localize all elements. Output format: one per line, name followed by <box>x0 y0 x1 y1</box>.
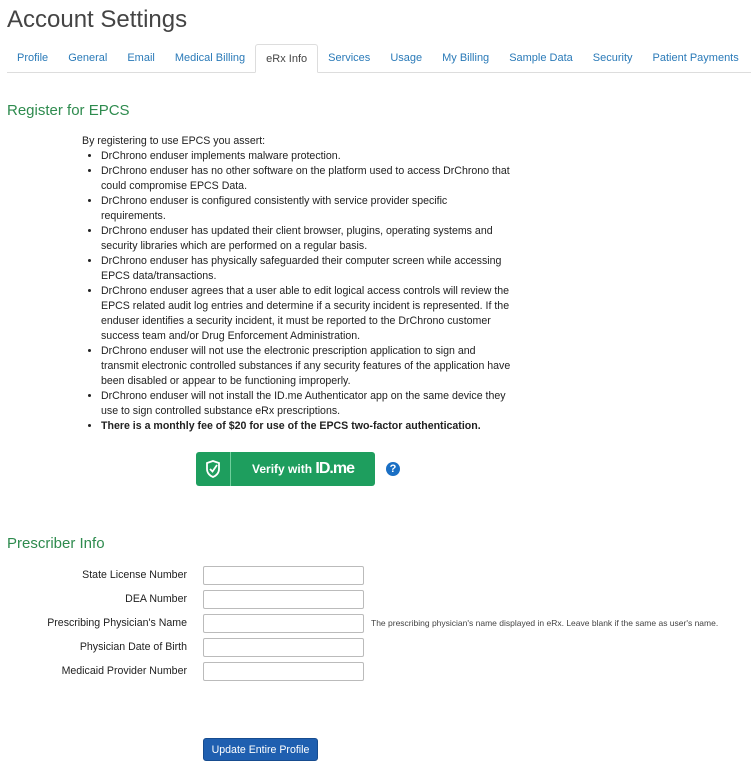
prescribing-physician-s-namelabel: Prescribing Physician's Name <box>47 617 187 629</box>
epcs-intro: By registering to use EPCS you assert: <box>82 135 266 147</box>
tab-general[interactable]: General <box>58 44 117 72</box>
list-item: DrChrono enduser implements malware prot… <box>101 149 512 164</box>
state-license-numberlabel: State License Number <box>82 569 187 581</box>
tab-erx-info[interactable]: eRx Info <box>255 44 319 73</box>
tab-sample-data[interactable]: Sample Data <box>499 44 583 72</box>
tab-profile[interactable]: Profile <box>7 44 58 72</box>
physician-date-of-birthlabel: Physician Date of Birth <box>79 641 187 653</box>
tab-my-billing[interactable]: My Billing <box>432 44 499 72</box>
epcs-heading: Register for EPCS <box>7 102 130 119</box>
list-item: DrChrono enduser has updated their clien… <box>101 224 512 254</box>
list-item: DrChrono enduser agrees that a user able… <box>101 284 512 344</box>
list-item: DrChrono enduser will not use the electr… <box>101 344 512 389</box>
verify-idme-button[interactable]: Verify with ID.me <box>196 452 375 486</box>
idme-logo: ID.me <box>315 460 355 477</box>
form-row: Medicaid Provider Number <box>0 661 364 681</box>
form-row: State License Number <box>0 565 364 585</box>
dea-numberlabel: DEA Number <box>125 593 187 605</box>
physician-date-of-birthinput[interactable] <box>203 637 364 657</box>
field-hint: The prescribing physician's name display… <box>371 618 719 628</box>
prescriber-heading: Prescriber Info <box>7 535 105 552</box>
settings-tabs: Profile General Email Medical Billing eRx In… <box>7 44 751 73</box>
tab-email[interactable]: Email <box>117 44 165 72</box>
tab-medical-billing[interactable]: Medical Billing <box>165 44 255 72</box>
form-row: Physician Date of Birth <box>0 637 364 657</box>
tab-patient-payments[interactable]: Patient Payments <box>643 44 749 72</box>
tab-security[interactable]: Security <box>583 44 643 72</box>
list-item: DrChrono enduser has no other software o… <box>101 164 512 194</box>
form-row: Prescribing Physician's Name The prescrib… <box>0 613 718 633</box>
prescribing-physician-s-nameinput[interactable] <box>203 613 364 633</box>
list-item: DrChrono enduser will not install the ID… <box>101 389 512 419</box>
tab-services[interactable]: Services <box>318 44 380 72</box>
verify-label: Verify with <box>252 462 313 476</box>
shield-check-icon <box>196 452 231 486</box>
epcs-terms: By registering to use EPCS you assert: D… <box>82 134 512 434</box>
page-title: Account Settings <box>7 6 188 33</box>
update-profile-button[interactable]: Update Entire Profile <box>203 738 318 761</box>
help-icon[interactable]: ? <box>386 462 400 476</box>
fee-notice: There is a monthly fee of $20 for use of… <box>101 419 512 434</box>
state-license-numberinput[interactable] <box>203 565 364 585</box>
tab-usage[interactable]: Usage <box>380 44 432 72</box>
form-row: DEA Number <box>0 589 364 609</box>
epcs-assertion-list: DrChrono enduser implements malware prot… <box>82 149 512 434</box>
list-item: DrChrono enduser is configured consisten… <box>101 194 512 224</box>
medicaid-provider-numberlabel: Medicaid Provider Number <box>61 665 187 677</box>
dea-numberinput[interactable] <box>203 589 364 609</box>
list-item: DrChrono enduser has physically safeguar… <box>101 254 512 284</box>
medicaid-provider-numberinput[interactable] <box>203 661 364 681</box>
